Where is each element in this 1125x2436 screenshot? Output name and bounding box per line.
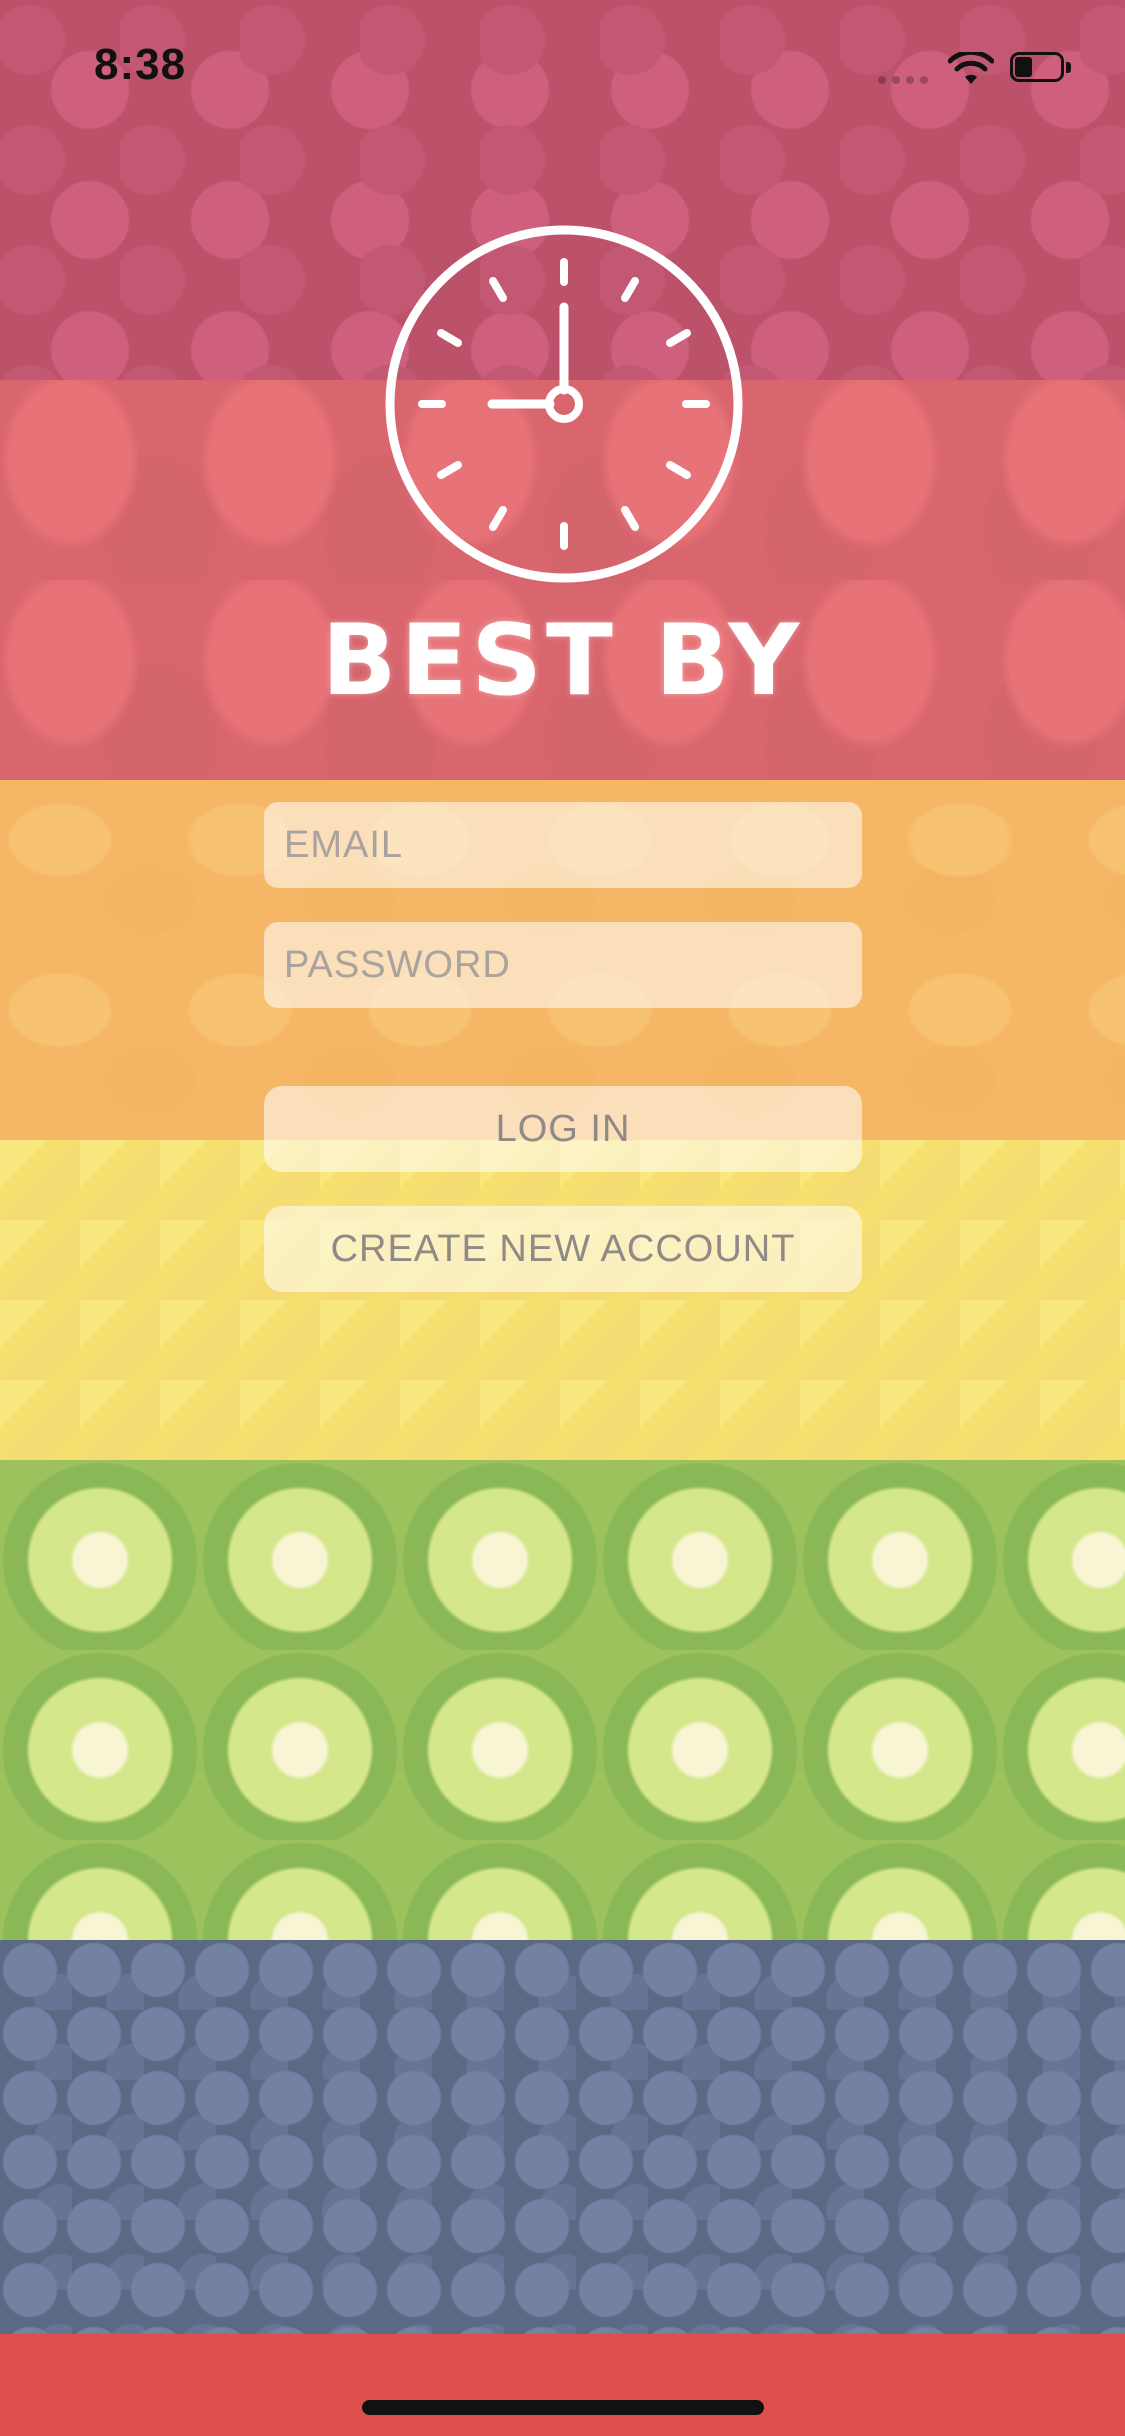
home-indicator[interactable]	[362, 2400, 764, 2415]
login-screen: 8:38 BEST BY EMAIL LOG IN CREATE NEW ACC…	[0, 0, 1125, 2436]
bottom-bar	[0, 2334, 1125, 2436]
status-time: 8:38	[94, 40, 187, 89]
create-account-button-label: CREATE NEW ACCOUNT	[330, 1227, 796, 1270]
wifi-icon	[948, 52, 994, 84]
status-bar: 8:38	[0, 0, 1125, 132]
password-field[interactable]	[264, 922, 862, 1008]
clock-icon	[385, 225, 743, 583]
login-button-label: LOG IN	[495, 1107, 631, 1150]
create-account-button[interactable]: CREATE NEW ACCOUNT	[264, 1206, 862, 1292]
login-button[interactable]: LOG IN	[264, 1086, 862, 1172]
app-title: BEST BY	[321, 604, 804, 718]
signal-icon	[878, 68, 930, 84]
battery-icon	[1010, 52, 1072, 84]
email-field[interactable]	[264, 802, 862, 888]
